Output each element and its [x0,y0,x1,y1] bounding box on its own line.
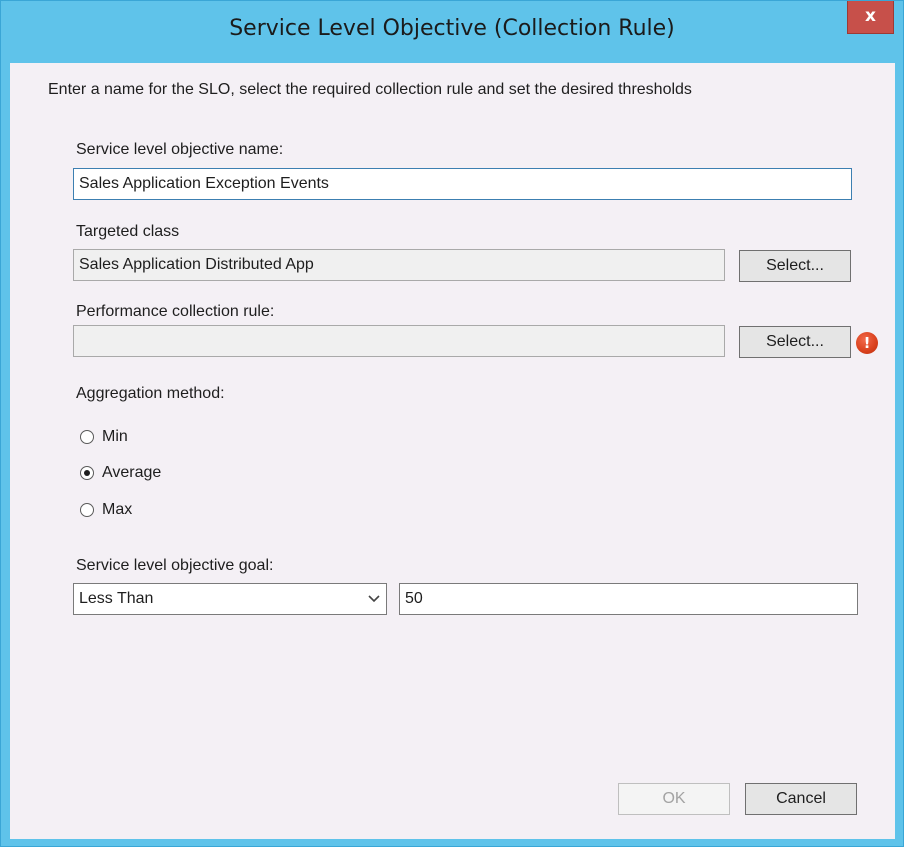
goal-value-input[interactable] [399,583,858,615]
error-exclamation-icon: ! [856,332,878,354]
goal-operator-value: Less Than [79,590,154,607]
chevron-down-icon [368,595,380,603]
radio-dot [84,470,90,476]
goal-operator-dropdown[interactable]: Less Than [73,583,387,615]
window-title: Service Level Objective (Collection Rule… [229,16,675,41]
radio-label-max: Max [102,501,133,518]
aggregation-label: Aggregation method: [76,385,225,402]
ok-button[interactable]: OK [618,783,730,815]
goal-label: Service level objective goal: [76,557,274,574]
dialog-window: Service Level Objective (Collection Rule… [0,0,904,847]
radio-average[interactable] [80,466,94,480]
radio-max[interactable] [80,503,94,517]
cancel-button[interactable]: Cancel [745,783,857,815]
title-bar[interactable]: Service Level Objective (Collection Rule… [1,1,903,63]
instructions-text: Enter a name for the SLO, select the req… [48,81,692,98]
targeted-class-select-button[interactable]: Select... [739,250,851,282]
targeted-class-label: Targeted class [76,223,180,240]
slo-name-label: Service level objective name: [76,141,284,158]
radio-label-min: Min [102,428,128,445]
radio-label-average: Average [102,464,162,481]
close-button[interactable]: x [847,1,894,34]
collection-rule-select-button[interactable]: Select... [739,326,851,358]
radio-min[interactable] [80,430,94,444]
targeted-class-field: Sales Application Distributed App [73,249,725,281]
dialog-body: Enter a name for the SLO, select the req… [10,63,895,839]
slo-name-input[interactable] [73,168,852,200]
collection-rule-label: Performance collection rule: [76,303,275,320]
collection-rule-field [73,325,725,357]
close-icon: x [865,6,876,26]
